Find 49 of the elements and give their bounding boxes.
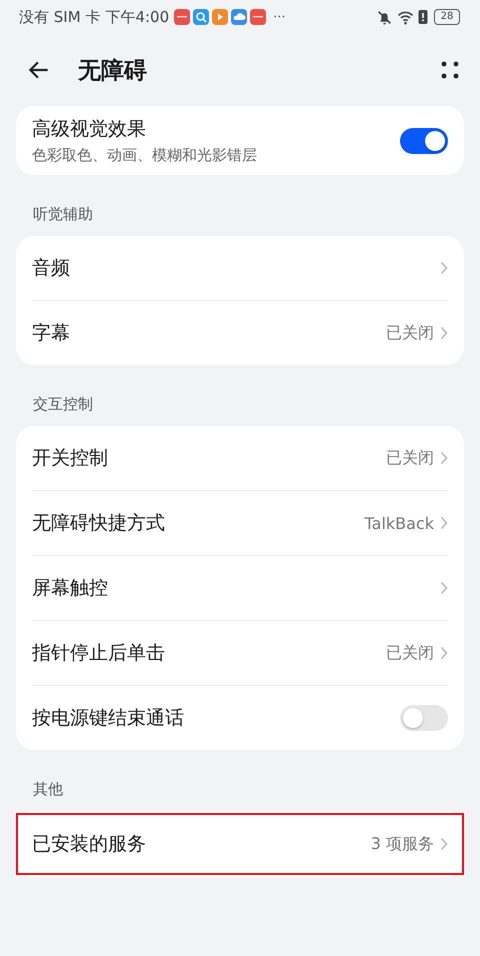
toggle-switch[interactable] bbox=[400, 128, 448, 154]
chevron-right-icon bbox=[440, 837, 448, 851]
settings-row[interactable]: 屏幕触控 bbox=[32, 555, 448, 620]
row-title: 音频 bbox=[32, 256, 70, 281]
row-value: TalkBack bbox=[364, 514, 434, 532]
page-title: 无障碍 bbox=[78, 56, 148, 86]
carrier-text: 没有 SIM 卡 bbox=[19, 8, 100, 26]
row-title: 开关控制 bbox=[32, 446, 108, 471]
row-title: 已安装的服务 bbox=[32, 832, 146, 857]
status-time: 下午4:00 bbox=[105, 8, 170, 26]
chevron-right-icon bbox=[440, 516, 448, 530]
chevron-right-icon bbox=[440, 451, 448, 465]
row-title: 字幕 bbox=[32, 321, 70, 346]
settings-row[interactable]: 无障碍快捷方式 TalkBack bbox=[32, 490, 448, 555]
bell-muted-icon bbox=[376, 8, 393, 26]
section-label: 交互控制 bbox=[32, 394, 94, 415]
row-value: 3 项服务 bbox=[370, 834, 434, 854]
chevron-right-icon bbox=[440, 261, 448, 275]
row-value: 已关闭 bbox=[386, 448, 434, 468]
row-value: 已关闭 bbox=[386, 642, 434, 664]
wifi-icon bbox=[397, 8, 414, 26]
row-subtitle: 色彩取色、动画、模糊和光影错层 bbox=[32, 146, 257, 165]
toggle-switch[interactable] bbox=[400, 705, 448, 731]
row-title: 无障碍快捷方式 bbox=[32, 511, 165, 536]
settings-row[interactable]: 字幕 已关闭 bbox=[32, 300, 448, 365]
chevron-right-icon bbox=[440, 581, 448, 595]
settings-row[interactable]: 高级视觉效果 色彩取色、动画、模糊和光影错层 bbox=[32, 106, 448, 175]
battery-saver-icon bbox=[418, 9, 428, 25]
search-app-icon bbox=[193, 9, 210, 25]
row-title: 按电源键结束通话 bbox=[32, 706, 184, 731]
cloud-app-icon bbox=[231, 9, 248, 25]
battery-level: 28 bbox=[434, 9, 460, 25]
settings-row[interactable]: 开关控制 已关闭 bbox=[32, 426, 448, 490]
chevron-right-icon bbox=[440, 326, 448, 340]
section-label: 其他 bbox=[32, 779, 64, 800]
chevron-right-icon bbox=[440, 646, 448, 660]
app-notification-icon bbox=[250, 9, 266, 25]
settings-row[interactable]: 指针停止后单击 已关闭 bbox=[32, 620, 448, 685]
row-value: 已关闭 bbox=[386, 322, 434, 344]
row-title: 高级视觉效果 bbox=[32, 117, 147, 142]
row-title: 指针停止后单击 bbox=[32, 641, 165, 666]
settings-row[interactable]: 已安装的服务 3 项服务 bbox=[18, 815, 462, 873]
row-title: 屏幕触控 bbox=[32, 576, 108, 601]
app-notification-icon bbox=[174, 9, 190, 25]
section-label: 听觉辅助 bbox=[32, 204, 94, 225]
settings-row[interactable]: 按电源键结束通话 bbox=[32, 685, 448, 750]
play-app-icon bbox=[212, 9, 228, 25]
more-notifications-text: ··· bbox=[273, 10, 286, 24]
settings-row[interactable]: 音频 bbox=[32, 236, 448, 300]
